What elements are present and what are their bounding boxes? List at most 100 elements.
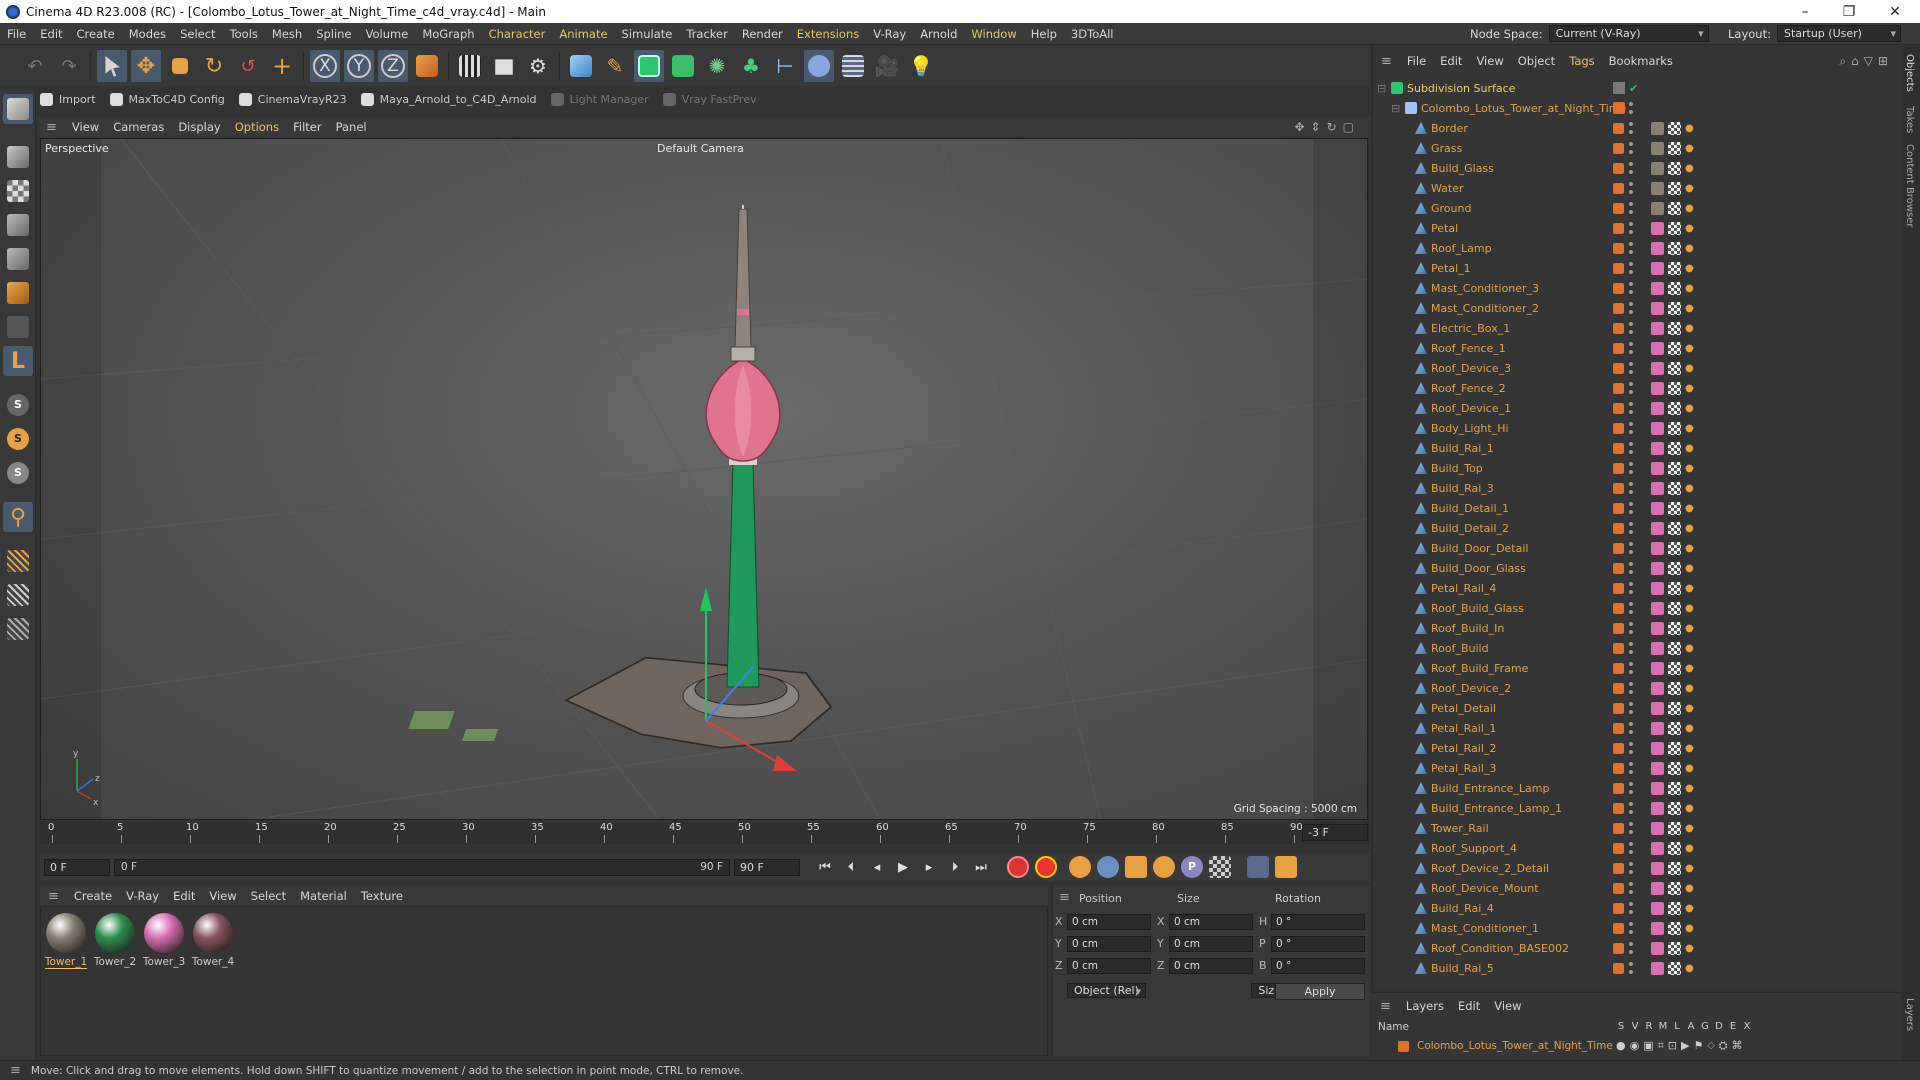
texture-tag-icon[interactable] (1668, 521, 1681, 535)
material-dots-icon[interactable]: ● (1685, 503, 1694, 514)
material-dots-icon[interactable]: ● (1685, 203, 1694, 214)
uv-mode-button[interactable] (3, 312, 33, 342)
object-menu-view[interactable]: View (1469, 54, 1510, 68)
layer-swatch[interactable] (1613, 122, 1624, 134)
layer-swatch[interactable] (1613, 382, 1624, 394)
plugin-light-manager[interactable]: Light Manager (550, 92, 649, 106)
plugin-maxtoc4d[interactable]: MaxToC4D Config (109, 92, 225, 106)
position-y-field[interactable]: 0 cm (1067, 936, 1151, 952)
layer-column-header[interactable]: G (1698, 1021, 1712, 1032)
texture-tag-icon[interactable] (1668, 281, 1681, 295)
material-dots-icon[interactable]: ● (1685, 123, 1694, 134)
visibility-dots[interactable] (1629, 622, 1633, 634)
phong-tag-icon[interactable] (1651, 501, 1664, 515)
visibility-dots[interactable] (1629, 122, 1633, 134)
perspective-viewport[interactable]: y z x Perspective Default Camera Grid Sp… (40, 138, 1368, 820)
phong-tag-icon[interactable] (1651, 361, 1664, 375)
position-z-field[interactable]: 0 cm (1067, 958, 1151, 974)
texture-tag-icon[interactable] (1668, 821, 1681, 835)
key-scale-button[interactable] (1125, 856, 1147, 878)
menu-mograph[interactable]: MoGraph (415, 27, 481, 41)
visibility-dots[interactable] (1629, 462, 1633, 474)
material-menu-material[interactable]: Material (293, 889, 354, 903)
scale-tool-button[interactable] (165, 50, 195, 82)
object-row[interactable]: Mast_Conditioner_2 ● (1373, 298, 1883, 318)
texture-tag-icon[interactable] (1668, 541, 1681, 555)
phong-tag-icon[interactable] (1651, 561, 1664, 575)
texture-tag-icon[interactable] (1668, 701, 1681, 715)
material-dots-icon[interactable]: ● (1685, 263, 1694, 274)
object-row[interactable]: Roof_Device_3 ● (1373, 358, 1883, 378)
layer-swatch[interactable] (1613, 742, 1624, 754)
material-tower-1[interactable]: Tower_1 (43, 913, 89, 969)
visibility-dots[interactable] (1629, 862, 1633, 874)
material-dots-icon[interactable]: ● (1685, 163, 1694, 174)
phong-tag-icon[interactable] (1651, 141, 1664, 155)
axis-mode-button[interactable]: L (3, 346, 33, 376)
texture-tag-icon[interactable] (1668, 781, 1681, 795)
menu-extensions[interactable]: Extensions (790, 27, 866, 41)
phong-tag-icon[interactable] (1651, 721, 1664, 735)
visibility-dots[interactable] (1629, 962, 1633, 974)
texture-tag-icon[interactable] (1668, 441, 1681, 455)
object-row[interactable]: Mast_Conditioner_3 ● (1373, 278, 1883, 298)
texture-tag-icon[interactable] (1668, 481, 1681, 495)
move-tool-button[interactable]: ✥ (131, 50, 161, 82)
layer-swatch[interactable] (1613, 682, 1624, 694)
object-menu-edit[interactable]: Edit (1433, 54, 1469, 68)
material-dots-icon[interactable]: ● (1685, 963, 1694, 974)
object-menu-object[interactable]: Object (1511, 54, 1562, 68)
material-dots-icon[interactable]: ● (1685, 783, 1694, 794)
layer-swatch[interactable] (1613, 762, 1624, 774)
x-axis-lock-button[interactable]: X (310, 50, 340, 82)
gizmo-x-arrow[interactable] (773, 755, 797, 771)
phong-tag-icon[interactable] (1651, 521, 1664, 535)
phong-tag-icon[interactable] (1651, 661, 1664, 675)
texture-tag-icon[interactable] (1668, 501, 1681, 515)
texture-tag-icon[interactable] (1668, 341, 1681, 355)
layer-swatch[interactable] (1613, 342, 1624, 354)
viewport-nav-icons[interactable]: ✥⇕↻▢ (1294, 120, 1360, 134)
layer-swatch[interactable] (1613, 662, 1624, 674)
phong-tag-icon[interactable] (1651, 301, 1664, 315)
visibility-dots[interactable] (1629, 822, 1633, 834)
phong-tag-icon[interactable] (1651, 481, 1664, 495)
object-row[interactable]: Tower_Rail ● (1373, 818, 1883, 838)
object-row[interactable]: Petal_Rail_3 ● (1373, 758, 1883, 778)
rotation-b-field[interactable]: 0 ° (1271, 958, 1365, 974)
timeline-window-button[interactable] (1275, 856, 1297, 878)
material-dots-icon[interactable]: ● (1685, 423, 1694, 434)
phong-tag-icon[interactable] (1651, 641, 1664, 655)
layer-swatch[interactable] (1613, 942, 1624, 954)
material-dots-icon[interactable]: ● (1685, 603, 1694, 614)
phong-tag-icon[interactable] (1651, 841, 1664, 855)
phong-tag-icon[interactable] (1651, 421, 1664, 435)
render-settings-button[interactable]: ⚙ (523, 50, 553, 82)
layer-swatch[interactable] (1613, 782, 1624, 794)
object-menu-file[interactable]: File (1400, 54, 1433, 68)
deformer-button[interactable]: ♣ (736, 50, 766, 82)
layer-swatch[interactable] (1613, 142, 1624, 154)
phong-tag-icon[interactable] (1651, 381, 1664, 395)
keyframe-selection-button[interactable] (1069, 856, 1091, 878)
material-dots-icon[interactable]: ● (1685, 883, 1694, 894)
restore-button[interactable]: ❐ (1826, 0, 1872, 23)
object-row[interactable]: Roof_Device_1 ● (1373, 398, 1883, 418)
phong-tag-icon[interactable] (1651, 861, 1664, 875)
light-button[interactable]: 💡 (906, 50, 936, 82)
autokey-button[interactable] (1035, 856, 1057, 878)
goto-end-button[interactable]: ⏭ (970, 856, 992, 878)
material-dots-icon[interactable]: ● (1685, 363, 1694, 374)
texture-tag-icon[interactable] (1668, 621, 1681, 635)
texture-tag-icon[interactable] (1668, 721, 1681, 735)
texture-tag-icon[interactable] (1668, 221, 1681, 235)
material-dots-icon[interactable]: ● (1685, 823, 1694, 834)
material-dots-icon[interactable]: ● (1685, 483, 1694, 494)
visibility-dots[interactable] (1629, 542, 1633, 554)
material-dots-icon[interactable]: ● (1685, 323, 1694, 334)
texture-tag-icon[interactable] (1668, 241, 1681, 255)
menu-create[interactable]: Create (70, 27, 122, 41)
phong-tag-icon[interactable] (1651, 581, 1664, 595)
visibility-dots[interactable] (1629, 942, 1633, 954)
visibility-dots[interactable] (1629, 422, 1633, 434)
